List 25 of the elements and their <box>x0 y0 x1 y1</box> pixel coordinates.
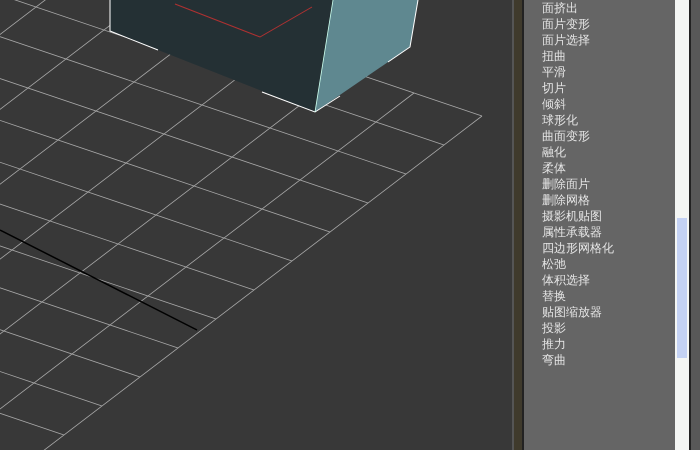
modifier-item[interactable]: 投影 <box>542 320 675 336</box>
modifier-item[interactable]: 倾斜 <box>542 96 675 112</box>
modifier-item[interactable]: 删除网格 <box>542 192 675 208</box>
scrollbar-track[interactable] <box>675 0 689 450</box>
modifier-item[interactable]: 平滑 <box>542 64 675 80</box>
modifier-item[interactable]: 弯曲 <box>542 352 675 368</box>
modifier-item[interactable]: 贴图缩放器 <box>542 304 675 320</box>
modifier-item[interactable]: 摄影机贴图 <box>542 208 675 224</box>
scrollbar-thumb[interactable] <box>677 218 687 358</box>
modifier-item[interactable]: 面片变形 <box>542 16 675 32</box>
modifier-item[interactable]: 体积选择 <box>542 272 675 288</box>
modifier-item[interactable]: 面片选择 <box>542 32 675 48</box>
modifier-item[interactable]: 推力 <box>542 336 675 352</box>
modifier-item[interactable]: 扭曲 <box>542 48 675 64</box>
modifier-item[interactable]: 切片 <box>542 80 675 96</box>
modifier-item[interactable]: 四边形网格化 <box>542 240 675 256</box>
modifier-item[interactable]: 面挤出 <box>542 0 675 16</box>
modifier-item[interactable]: 属性承载器 <box>542 224 675 240</box>
modifier-item[interactable]: 柔体 <box>542 160 675 176</box>
modifier-item[interactable]: 删除面片 <box>542 176 675 192</box>
modifier-item[interactable]: 替换 <box>542 288 675 304</box>
modifier-item[interactable]: 松弛 <box>542 256 675 272</box>
modifier-item[interactable]: 球形化 <box>542 112 675 128</box>
modifier-item[interactable]: 融化 <box>542 144 675 160</box>
modifier-item[interactable]: 曲面变形 <box>542 128 675 144</box>
